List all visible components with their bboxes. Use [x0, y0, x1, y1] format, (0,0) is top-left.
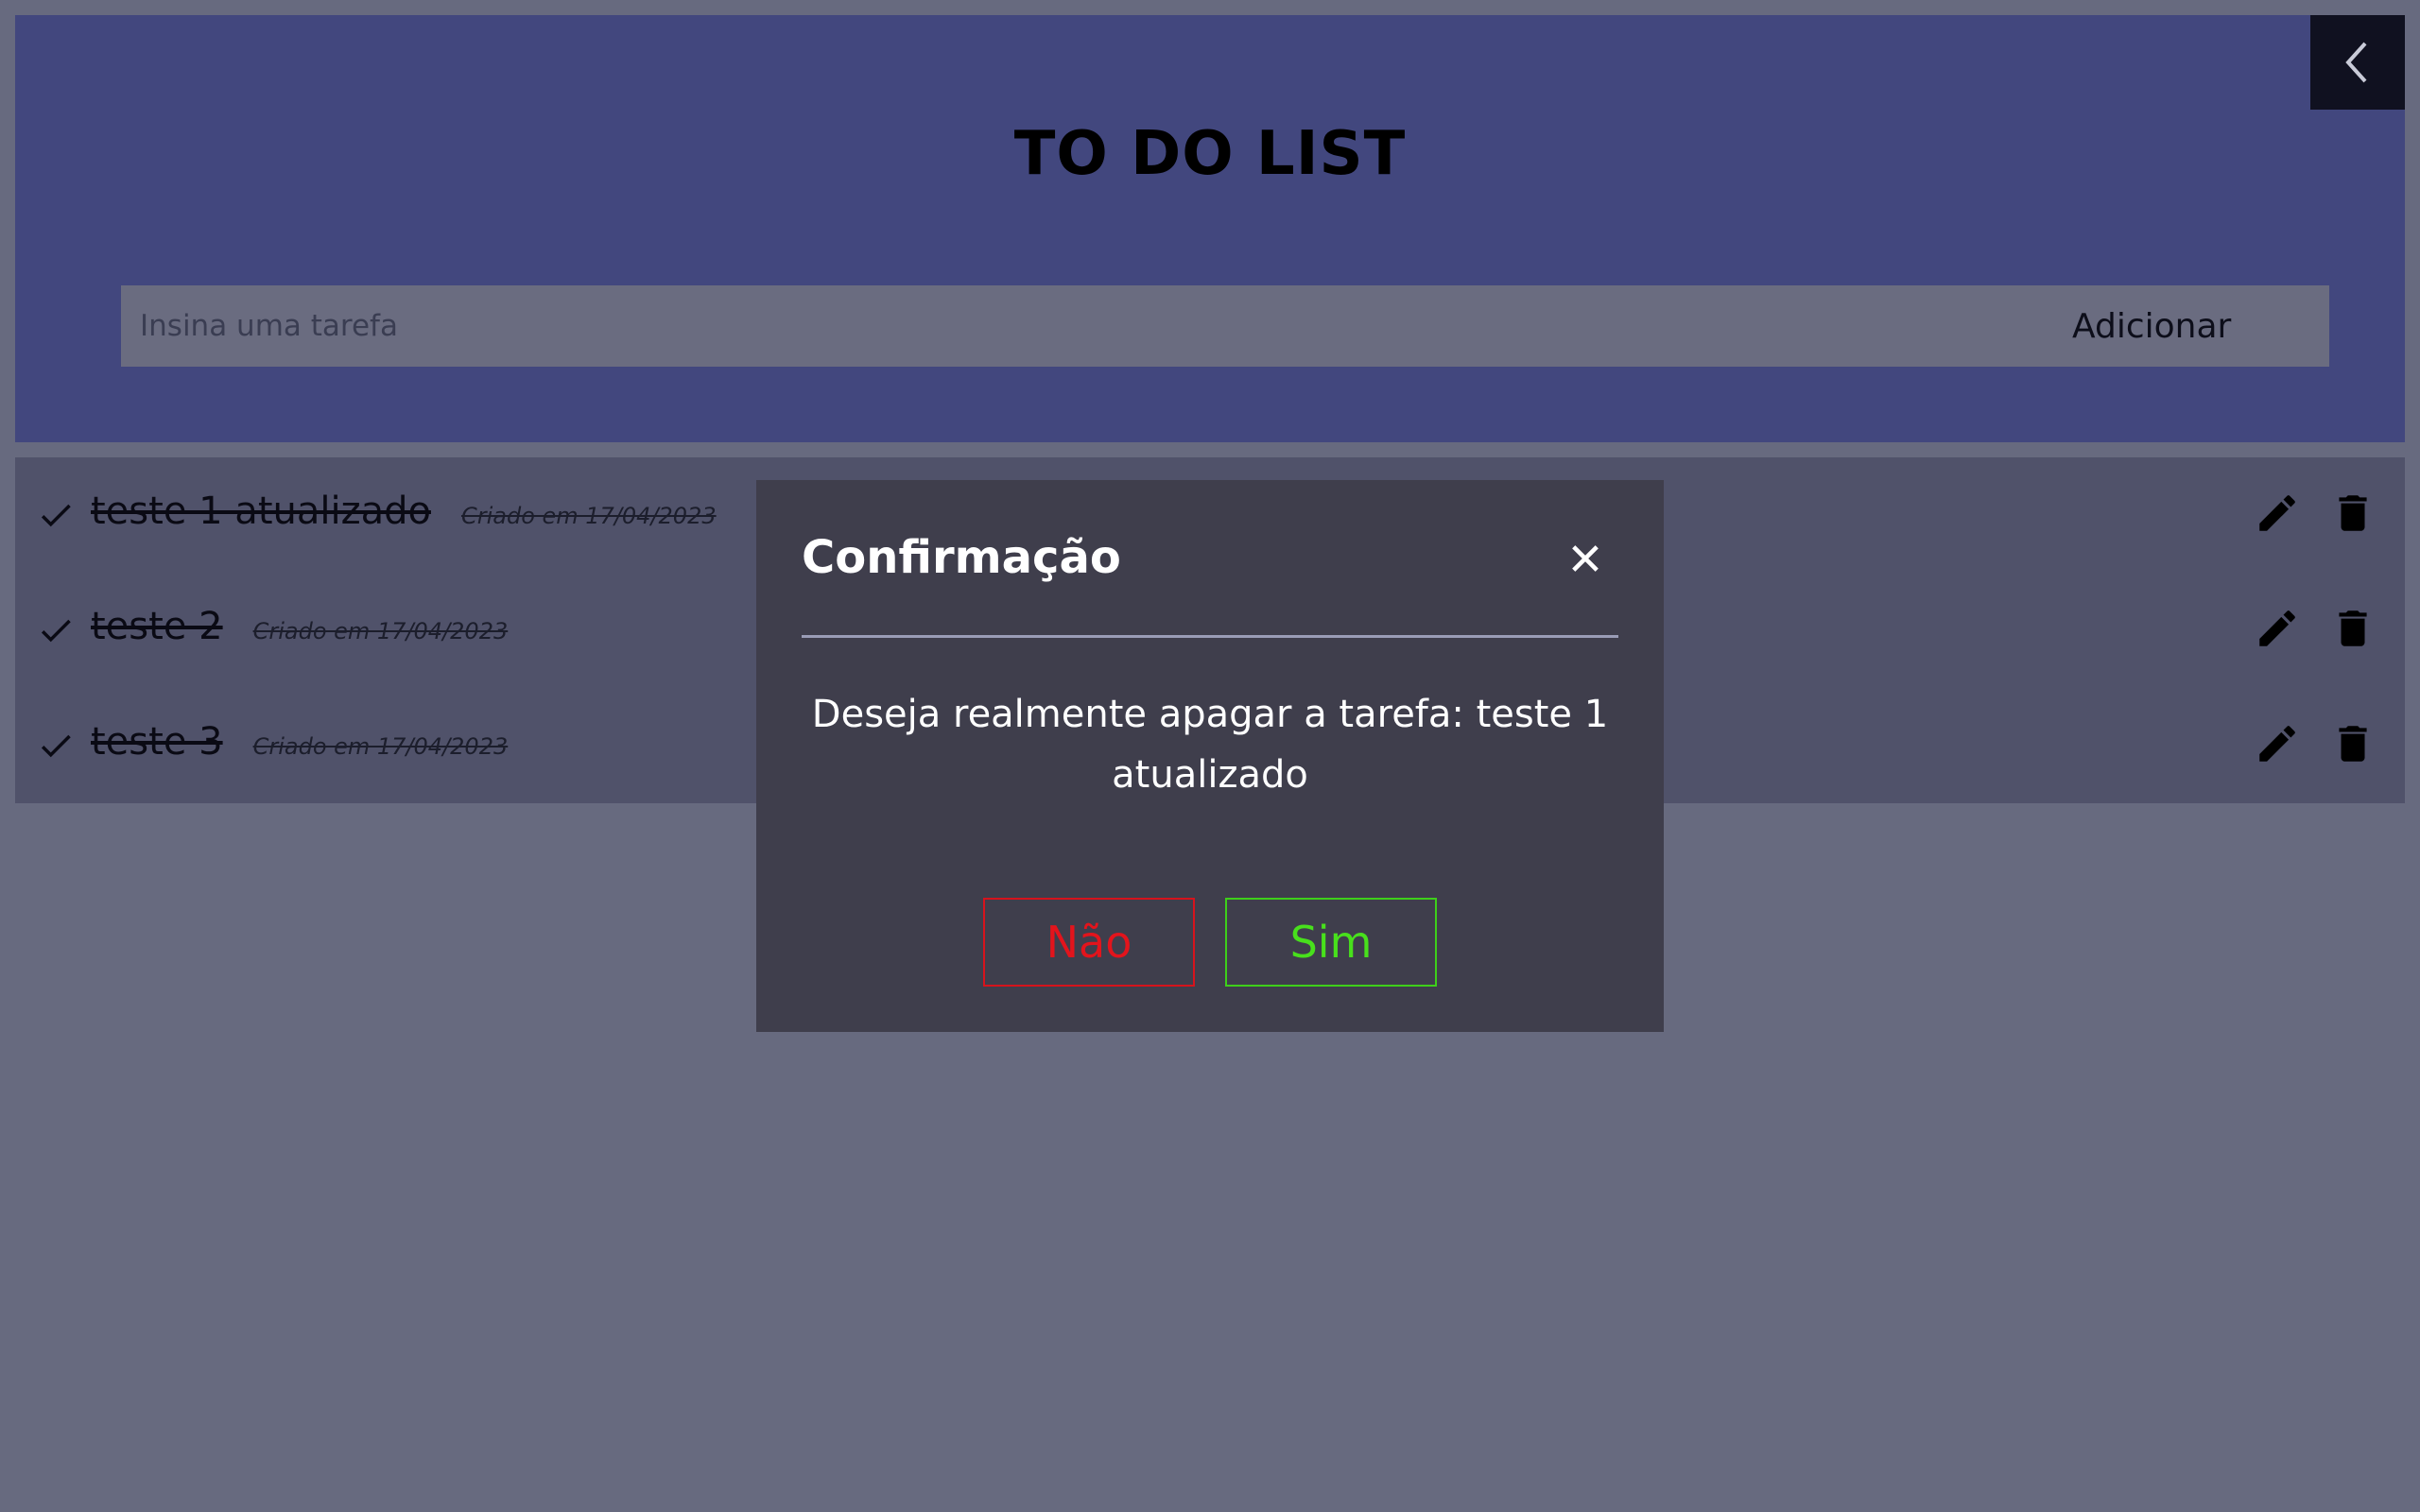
task-text: teste 2: [91, 605, 223, 648]
close-icon[interactable]: [1565, 539, 1605, 578]
no-button[interactable]: Não: [983, 898, 1195, 987]
task-content: teste 3 Criado em 17/04/2023: [91, 720, 508, 764]
task-input[interactable]: [121, 285, 1823, 367]
pencil-icon[interactable]: [2254, 720, 2301, 767]
yes-button[interactable]: Sim: [1225, 898, 1437, 987]
task-text: teste 1 atualizado: [91, 490, 431, 533]
trash-icon[interactable]: [2329, 490, 2377, 537]
header: TO DO LIST Adicionar: [15, 15, 2405, 442]
task-content: teste 1 atualizado Criado em 17/04/2023: [91, 490, 717, 533]
pencil-icon[interactable]: [2254, 605, 2301, 652]
modal-divider: [802, 635, 1618, 638]
trash-icon[interactable]: [2329, 605, 2377, 652]
page-title: TO DO LIST: [1013, 119, 1407, 189]
pencil-icon[interactable]: [2254, 490, 2301, 537]
add-task-form: Adicionar: [121, 285, 2329, 367]
add-button[interactable]: Adicionar: [1917, 285, 2399, 367]
confirmation-modal: Confirmação Deseja realmente apagar a ta…: [756, 480, 1664, 1032]
task-date: Criado em 17/04/2023: [252, 618, 509, 644]
check-icon[interactable]: [36, 610, 76, 650]
modal-title: Confirmação: [802, 531, 1121, 584]
check-icon[interactable]: [36, 726, 76, 765]
check-icon[interactable]: [36, 495, 76, 535]
trash-icon[interactable]: [2329, 720, 2377, 767]
task-date: Criado em 17/04/2023: [252, 733, 509, 760]
task-text: teste 3: [91, 720, 223, 764]
chevron-left-icon: [2345, 42, 2367, 83]
task-date: Criado em 17/04/2023: [460, 503, 717, 529]
modal-message: Deseja realmente apagar a tarefa: teste …: [811, 693, 1609, 797]
task-content: teste 2 Criado em 17/04/2023: [91, 605, 508, 648]
collapse-button[interactable]: [2310, 15, 2405, 110]
